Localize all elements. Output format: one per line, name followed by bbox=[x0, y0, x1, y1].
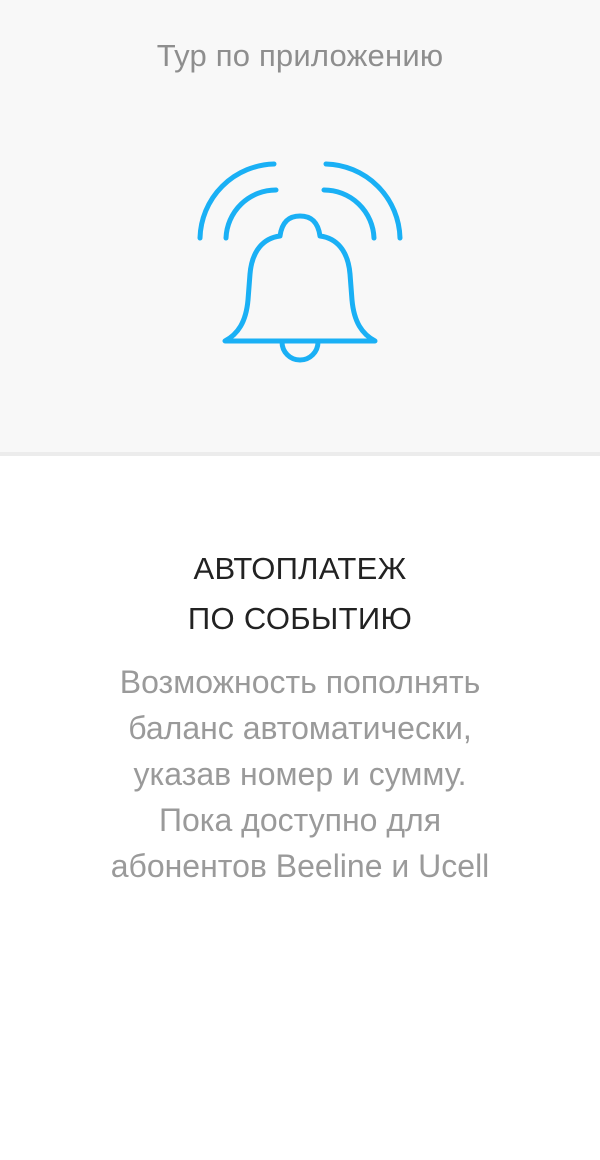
slide-description-line: баланс автоматически, bbox=[128, 710, 472, 746]
slide-description-line: Возможность пополнять bbox=[119, 664, 481, 700]
bell-body bbox=[222, 213, 378, 344]
sound-wave-right-outer bbox=[323, 161, 403, 241]
bell-ringing-icon bbox=[197, 161, 403, 363]
slide-heading: АВТОПЛАТЕЖ ПО СОБЫТИЮ bbox=[0, 544, 600, 644]
illustration-panel: Тур по приложению bbox=[0, 0, 600, 456]
slide-heading-line: ПО СОБЫТИЮ bbox=[187, 601, 413, 636]
onboarding-screen: Тур по приложению АВТОПЛАТЕЖ ПО СОБЫТИЮ … bbox=[0, 0, 600, 1160]
sound-wave-right-inner bbox=[321, 187, 377, 241]
slide-description-line: Пока доступно для bbox=[158, 802, 442, 838]
screen-title: Тур по приложению bbox=[156, 38, 444, 73]
sound-wave-left-outer bbox=[197, 161, 277, 241]
slide-description: Возможность пополнять баланс автоматичес… bbox=[0, 659, 600, 889]
bell-clapper bbox=[279, 339, 321, 363]
slide-description-line: абонентов Beeline и Ucell bbox=[110, 848, 490, 884]
slide-heading-line: АВТОПЛАТЕЖ bbox=[193, 551, 407, 586]
slide-description-line: указав номер и сумму. bbox=[133, 756, 467, 792]
sound-wave-left-inner bbox=[223, 187, 279, 241]
